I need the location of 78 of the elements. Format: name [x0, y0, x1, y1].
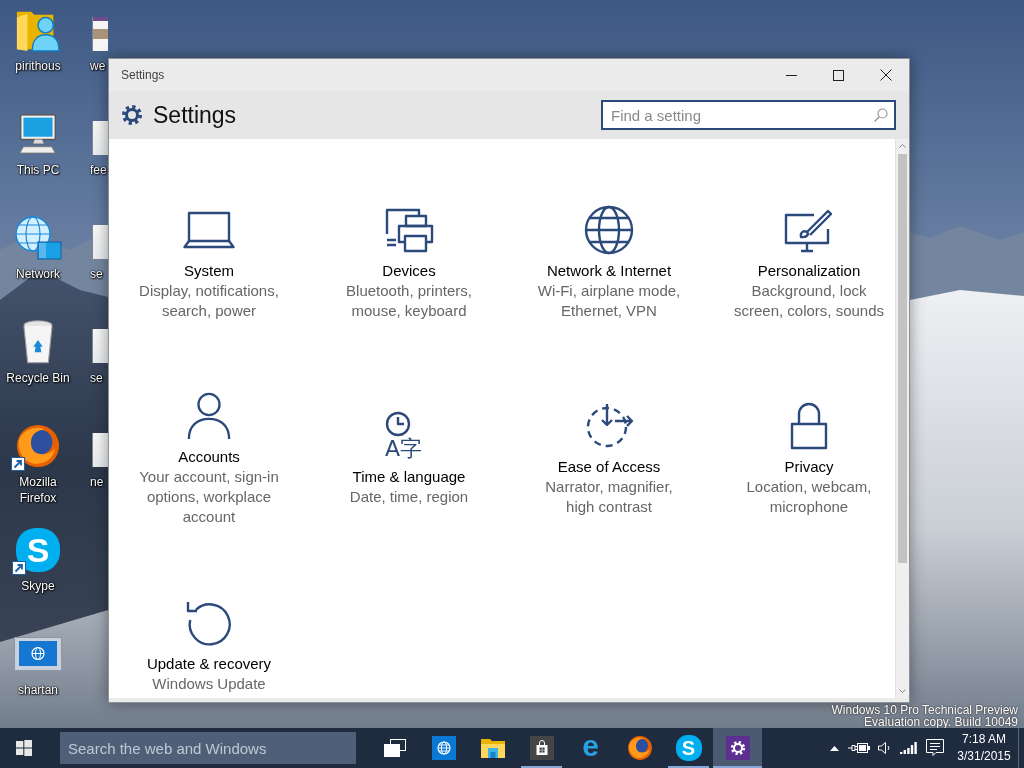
message-bubble-icon[interactable]: [926, 739, 944, 757]
recycle-bin-icon[interactable]: [22, 319, 54, 365]
category-title[interactable]: Network & Internet: [546, 260, 672, 281]
desktop-icon-label[interactable]: se: [90, 266, 103, 282]
clock-icon: [385, 410, 411, 437]
search-field[interactable]: Find a setting: [601, 100, 896, 130]
category-description: Date, time, region: [349, 486, 469, 507]
desktop-icon-label[interactable]: ne: [90, 474, 104, 490]
category-description: Display, notifications, search, power: [139, 280, 279, 321]
desktop-icon-label[interactable]: This PC: [16, 162, 60, 178]
system-notice-line: Windows 10 Pro Technical Preview: [831, 704, 1018, 716]
laptop-icon: [183, 210, 235, 249]
four-panes-icon: [16, 740, 32, 756]
desktop-icon-label[interactable]: Recycle Bin: [6, 370, 70, 386]
category-title[interactable]: Personalization: [757, 260, 861, 281]
category-description: Wi-Fi, airplane mode, Ethernet, VPN: [537, 280, 681, 321]
taskbar-button[interactable]: e: [566, 728, 615, 768]
desktop-icon-label[interactable]: Network: [16, 266, 60, 282]
settings-icon: [121, 104, 143, 126]
e-logo-icon: e: [582, 733, 599, 763]
page-heading: Settings: [153, 101, 237, 129]
category-description: Bluetooth, printers, mouse, keyboard: [346, 280, 472, 321]
search-icon[interactable]: [874, 108, 888, 122]
file-thumbnail[interactable]: [92, 329, 108, 363]
chevron-down-icon: [899, 689, 906, 693]
shopping-bag-icon: [529, 736, 554, 760]
category-title[interactable]: Privacy: [784, 456, 834, 477]
file-thumbnail[interactable]: [92, 121, 108, 155]
battery-plug-icon[interactable]: [848, 742, 870, 754]
category-description: Background, lock screen, colors, sounds: [733, 280, 885, 321]
scrollbar-thumb[interactable]: [898, 154, 907, 563]
fox-globe-icon[interactable]: [15, 423, 61, 469]
clock-date[interactable]: 3/31/2015: [957, 748, 1011, 765]
printer-devices-icon: [384, 206, 434, 253]
category-title[interactable]: Accounts: [178, 446, 240, 467]
task-view-icon: [383, 739, 406, 757]
desktop-icon-label[interactable]: we: [90, 58, 106, 74]
globe-tile-icon: [431, 736, 456, 760]
file-thumbnail[interactable]: [92, 17, 108, 51]
category-description: Your account, sign-in options, workplace account: [139, 466, 279, 527]
dashed-circle-arrows-icon: [584, 402, 634, 449]
globe-icon: [584, 204, 634, 255]
desktop-icon-label[interactable]: Skype: [21, 578, 55, 594]
desktop-icon-label[interactable]: Mozilla Firefox: [0, 474, 76, 506]
category-description: Windows Update: [152, 674, 266, 694]
category-title[interactable]: Ease of Access: [557, 456, 661, 477]
category-title[interactable]: Devices: [382, 260, 436, 281]
s-logo-icon: S: [675, 735, 702, 761]
category-description: Narrator, magnifier, high contrast: [545, 476, 673, 517]
gear-icon: [725, 736, 750, 760]
padlock-icon: [790, 401, 828, 450]
system-notice-line: Evaluation copy. Build 10049: [864, 716, 1018, 728]
category-title[interactable]: Time & language: [352, 466, 466, 487]
close-icon: [879, 69, 892, 81]
globe-monitor-icon[interactable]: [14, 215, 62, 261]
desktop-icon-label[interactable]: fee: [90, 162, 107, 178]
language-glyphs: A字: [385, 436, 423, 461]
desktop-icon-label[interactable]: pirithous: [15, 58, 61, 74]
taskbar-button[interactable]: [713, 728, 762, 768]
maximize-icon: [833, 69, 844, 81]
fox-globe-icon: [626, 735, 653, 761]
chevron-up-icon: [899, 144, 906, 148]
person-icon: [186, 391, 232, 440]
window-title: Settings: [121, 68, 165, 82]
minimize-icon: [786, 74, 797, 76]
folder-icon: [480, 738, 505, 758]
signal-bars-icon[interactable]: [899, 742, 917, 754]
file-thumbnail[interactable]: [92, 433, 108, 467]
screenshot-thumbnail[interactable]: [14, 637, 62, 671]
taskbar-search-field[interactable]: Search the web and Windows: [60, 732, 356, 764]
desktop-icon-label[interactable]: se: [90, 370, 103, 386]
category-description: Location, webcam, microphone: [746, 476, 872, 517]
speaker-icon[interactable]: [877, 741, 891, 755]
category-title[interactable]: System: [184, 260, 234, 281]
caret-up-icon[interactable]: [829, 745, 839, 751]
file-thumbnail[interactable]: [92, 225, 108, 259]
category-title[interactable]: Update & recovery: [146, 654, 272, 674]
clock-time[interactable]: 7:18 AM: [962, 731, 1006, 748]
